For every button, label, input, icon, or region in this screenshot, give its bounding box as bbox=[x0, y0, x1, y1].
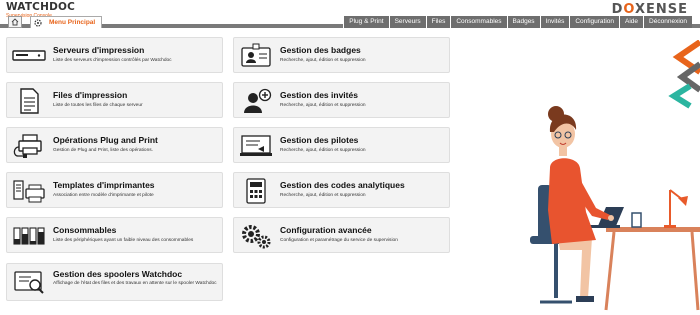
nav-items: Plug & Print Serveurs Files Consommables… bbox=[343, 16, 692, 28]
card-title: Gestion des codes analytiques bbox=[280, 180, 405, 190]
brand-part: D bbox=[611, 2, 624, 17]
card-title: Configuration avancée bbox=[280, 225, 372, 235]
nav-consommables[interactable]: Consommables bbox=[450, 16, 507, 28]
add-user-icon bbox=[244, 88, 272, 113]
plug-print-icon bbox=[13, 134, 42, 158]
doxense-logo: DOXENSE bbox=[612, 2, 688, 17]
card-title: Gestion des spoolers Watchdoc bbox=[53, 269, 183, 279]
card-title: Templates d'imprimantes bbox=[53, 180, 155, 190]
card-desc: Recherche, ajout, édition et suppression bbox=[280, 148, 366, 153]
logo-name: WATCHDOC bbox=[6, 1, 76, 13]
card-desc: Liste des périphériques ayant un faible … bbox=[53, 238, 194, 243]
menu-principal-label: Menu Principal bbox=[49, 19, 96, 26]
badge-icon bbox=[241, 43, 271, 67]
card-title: Gestion des pilotes bbox=[280, 135, 359, 145]
consumables-icon bbox=[13, 227, 45, 245]
card-desc: Configuration et paramétrage du service … bbox=[280, 238, 398, 243]
home-icon bbox=[11, 18, 19, 26]
nav-serveurs[interactable]: Serveurs bbox=[388, 16, 426, 28]
card-title: Gestion des invités bbox=[280, 90, 358, 100]
nav-files[interactable]: Files bbox=[425, 16, 451, 28]
printer-templates-icon bbox=[13, 180, 45, 203]
card-desc: Recherche, ajout, édition et suppression bbox=[280, 58, 366, 63]
nav-badges[interactable]: Badges bbox=[506, 16, 540, 28]
card-desc: Affichage de l'état des files et des tra… bbox=[53, 281, 217, 286]
card-spoolers-watchdoc[interactable]: Gestion des spoolers Watchdoc Affichage … bbox=[6, 263, 223, 301]
card-title: Files d'impression bbox=[53, 90, 128, 100]
nav-configuration[interactable]: Configuration bbox=[569, 16, 620, 28]
driver-icon bbox=[240, 135, 272, 156]
card-consommables[interactable]: Consommables Liste des périphériques aya… bbox=[6, 217, 223, 253]
card-title: Gestion des badges bbox=[280, 45, 361, 55]
calculator-icon bbox=[246, 178, 266, 204]
card-title: Consommables bbox=[53, 225, 117, 235]
card-files-impression[interactable]: Files d'impression Liste de toutes les f… bbox=[6, 82, 223, 118]
card-gestion-invites[interactable]: Gestion des invités Recherche, ajout, éd… bbox=[233, 82, 450, 118]
card-desc: Recherche, ajout, édition et suppression bbox=[280, 103, 366, 108]
brand-part: XENSE bbox=[634, 2, 688, 17]
card-gestion-pilotes[interactable]: Gestion des pilotes Recherche, ajout, éd… bbox=[233, 127, 450, 163]
card-desc: Liste de toutes les files de chaque serv… bbox=[53, 103, 143, 108]
tab-menu-principal[interactable]: Menu Principal bbox=[30, 16, 102, 28]
nav-plug-print[interactable]: Plug & Print bbox=[343, 16, 389, 28]
card-title: Opérations Plug and Print bbox=[53, 135, 158, 145]
card-desc: Liste des serveurs d'impression contrôlé… bbox=[53, 58, 172, 63]
nav-deconnexion[interactable]: Déconnexion bbox=[643, 16, 692, 28]
brand-part: O bbox=[623, 2, 635, 17]
card-serveurs-impression[interactable]: Serveurs d'impression Liste des serveurs… bbox=[6, 37, 223, 73]
card-desc: Association entre modèle d'imprimante et… bbox=[53, 193, 154, 198]
card-templates-imprimantes[interactable]: Templates d'imprimantes Association entr… bbox=[6, 172, 223, 208]
card-desc: Gestion de Plug and Print, liste des opé… bbox=[53, 148, 153, 153]
card-codes-analytiques[interactable]: Gestion des codes analytiques Recherche,… bbox=[233, 172, 450, 208]
server-icon bbox=[12, 50, 46, 61]
card-configuration-avancee[interactable]: Configuration avancée Configuration et p… bbox=[233, 217, 450, 253]
card-title: Serveurs d'impression bbox=[53, 45, 145, 55]
card-plug-and-print[interactable]: Opérations Plug and Print Gestion de Plu… bbox=[6, 127, 223, 163]
menu-principal-icon bbox=[31, 18, 45, 28]
office-worker-illustration bbox=[530, 106, 700, 311]
spooler-icon bbox=[14, 271, 44, 294]
card-gestion-badges[interactable]: Gestion des badges Recherche, ajout, édi… bbox=[233, 37, 450, 73]
nav-aide[interactable]: Aide bbox=[619, 16, 644, 28]
home-button[interactable] bbox=[8, 16, 22, 28]
gears-icon bbox=[242, 225, 271, 249]
nav-invites[interactable]: Invités bbox=[539, 16, 570, 28]
files-icon bbox=[20, 88, 39, 114]
nav-bar: Menu Principal Plug & Print Serveurs Fil… bbox=[0, 16, 700, 28]
card-desc: Recherche, ajout, édition et suppression bbox=[280, 193, 366, 198]
